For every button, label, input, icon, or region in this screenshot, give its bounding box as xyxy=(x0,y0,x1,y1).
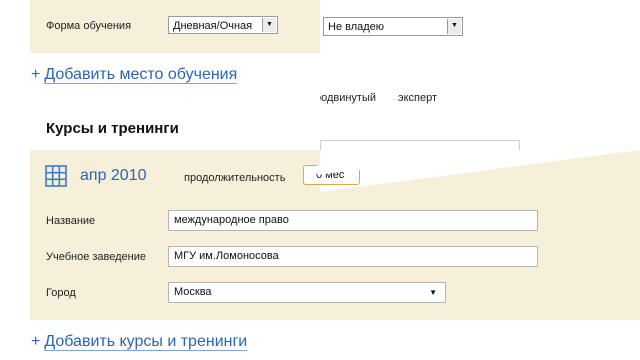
add-place-of-study-link[interactable]: + Добавить место обучения xyxy=(31,66,238,84)
city-value: Москва xyxy=(174,286,212,298)
course-name-label: Название xyxy=(46,215,96,227)
chevron-down-icon: ▼ xyxy=(447,19,461,34)
course-name-input[interactable]: международное право xyxy=(168,210,538,231)
plus-icon: + xyxy=(31,333,41,350)
add-courses-link[interactable]: + Добавить курсы и тренинги xyxy=(31,333,248,351)
duration-field-clip: 6 мес xyxy=(303,165,363,187)
courses-heading: Курсы и тренинги xyxy=(46,120,179,137)
calendar-icon[interactable] xyxy=(45,165,67,187)
chevron-down-icon: ▼ xyxy=(429,288,437,297)
page-fold xyxy=(320,150,640,192)
level-expert-option[interactable]: эксперт xyxy=(398,92,437,104)
language-level-value: Не владею xyxy=(328,21,385,33)
add-courses-label: Добавить курсы и тренинги xyxy=(44,333,248,351)
institution-value: МГУ им.Ломоносова xyxy=(174,250,279,262)
city-label: Город xyxy=(46,287,76,299)
plus-icon: + xyxy=(31,66,41,83)
course-name-value: международное право xyxy=(174,214,289,226)
chevron-down-icon: ▼ xyxy=(262,18,276,32)
course-date[interactable]: апр 2010 xyxy=(80,167,147,185)
institution-input[interactable]: МГУ им.Ломоносова xyxy=(168,246,538,267)
form-of-study-value: Дневная/Очная xyxy=(173,20,253,32)
language-level-select[interactable]: Не владею ▼ xyxy=(323,17,463,36)
add-place-of-study-label: Добавить место обучения xyxy=(44,66,238,84)
form-of-study-select[interactable]: Дневная/Очная ▼ xyxy=(168,16,278,34)
language-levels-clip: продвинутый эксперт xyxy=(320,92,470,110)
level-advanced-option[interactable]: продвинутый xyxy=(320,92,376,104)
form-of-study-label: Форма обучения xyxy=(46,20,132,32)
duration-label: продолжительность xyxy=(184,172,286,184)
institution-label: Учебное заведение xyxy=(46,251,147,263)
city-select[interactable]: Москва ▼ xyxy=(168,282,446,303)
